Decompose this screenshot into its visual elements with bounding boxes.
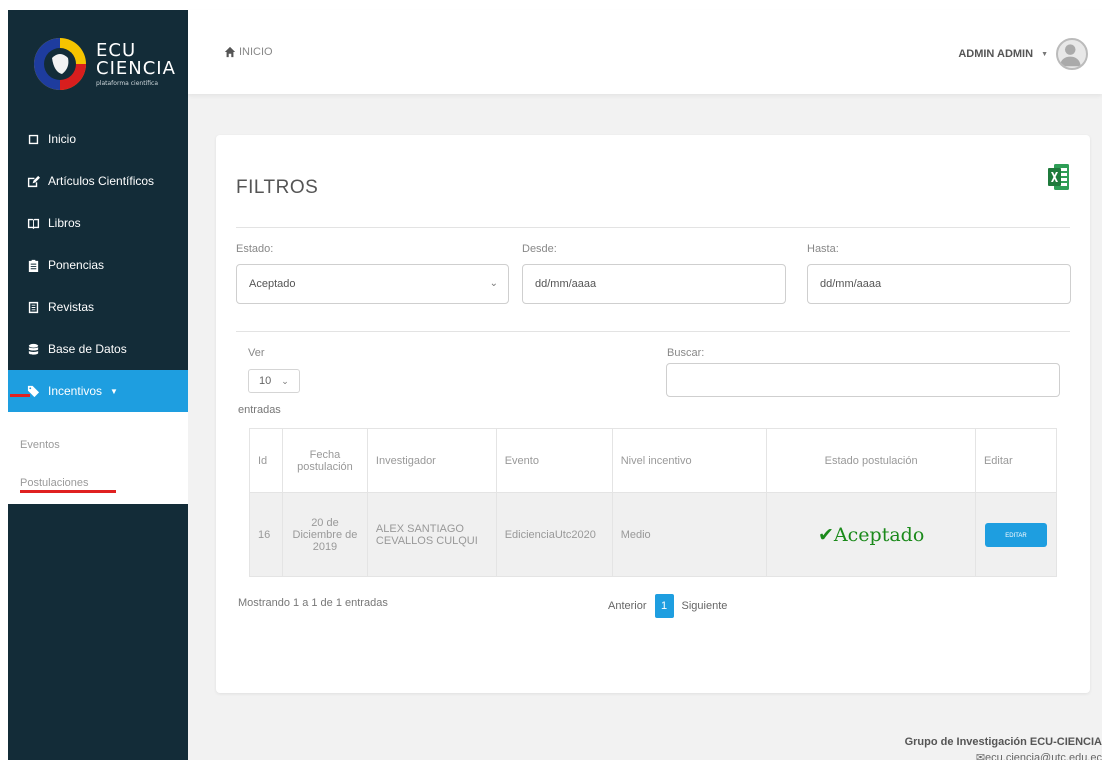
cell-id: 16	[249, 492, 283, 577]
estado-select[interactable]: Aceptado ⌄	[236, 264, 509, 304]
page-size-select[interactable]: 10 ⌄	[248, 369, 300, 393]
pagination-page-1[interactable]: 1	[654, 594, 674, 618]
submenu-item-postulaciones[interactable]: Postulaciones	[8, 464, 188, 502]
sidebar-item-label: Incentivos	[48, 384, 103, 398]
footer-email[interactable]: ✉ecu.ciencia@utc.edu.ec	[905, 750, 1102, 760]
postulaciones-table: Id Fecha postulación Investigador Evento…	[249, 428, 1058, 577]
sidebar-item-articulos[interactable]: Artículos Científicos	[8, 160, 188, 202]
column-header[interactable]: Nivel incentivo	[611, 428, 768, 493]
breadcrumb[interactable]: INICIO	[224, 46, 273, 58]
submenu-item-eventos[interactable]: Eventos	[8, 426, 188, 464]
sidebar-item-label: Artículos Científicos	[48, 174, 155, 188]
incentivos-submenu: Eventos Postulaciones	[8, 412, 188, 504]
card-title: FILTROS	[236, 177, 319, 198]
footer-group: Grupo de Investigación ECU-CIENCIA	[904, 736, 1102, 748]
sidebar-item-ponencias[interactable]: Ponencias	[8, 244, 188, 286]
sidebar: ECU CIENCIA plataforma científica Inicio…	[8, 10, 188, 760]
topbar: INICIO ADMIN ADMIN ▼	[188, 10, 1102, 94]
table-row: 16 20 de Diciembre de 2019 ALEX SANTIAGO…	[249, 492, 1058, 577]
document-icon	[28, 301, 39, 313]
pagination-prev[interactable]: Anterior	[608, 600, 647, 612]
column-header[interactable]: Evento	[495, 428, 613, 493]
breadcrumb-label: INICIO	[239, 46, 273, 58]
cell-nivel: Medio	[611, 492, 768, 577]
book-icon	[27, 218, 40, 229]
cell-evento: EdicienciaUtc2020	[495, 492, 613, 577]
sidebar-item-incentivos[interactable]: Incentivos ▼	[8, 370, 188, 412]
estado-label: Estado:	[236, 243, 274, 255]
app-root: ECU CIENCIA plataforma científica Inicio…	[0, 0, 1102, 760]
estado-value: Aceptado	[249, 278, 296, 290]
divider	[236, 227, 1070, 228]
sidebar-item-label: Revistas	[48, 300, 95, 314]
desde-date-input[interactable]: dd/mm/aaaa	[522, 264, 786, 304]
sidebar-item-label: Inicio	[48, 132, 77, 146]
sidebar-item-base-datos[interactable]: Base de Datos	[8, 328, 188, 370]
entries-label: entradas	[238, 404, 281, 416]
sidebar-item-inicio[interactable]: Inicio	[8, 118, 188, 160]
column-header[interactable]: Editar	[974, 428, 1058, 493]
cell-estado: ✔Aceptado	[766, 492, 976, 577]
filters-card: FILTROS Estado: Aceptado ⌄ Desde: dd/mm/…	[216, 135, 1090, 693]
cell-editar: EDITAR	[974, 492, 1058, 577]
user-menu[interactable]: ADMIN ADMIN ▼	[958, 38, 1088, 70]
hasta-placeholder: dd/mm/aaaa	[820, 278, 882, 290]
column-header[interactable]: Estado postulación	[766, 428, 976, 493]
ver-label: Ver	[248, 347, 265, 359]
pagination: Anterior 1 Siguiente	[608, 594, 727, 618]
active-underline	[20, 490, 116, 493]
column-header[interactable]: Id	[249, 428, 283, 493]
excel-export-icon[interactable]	[1048, 163, 1070, 191]
square-icon	[28, 134, 39, 144]
column-header[interactable]: Fecha postulación	[281, 428, 368, 493]
clipboard-icon	[28, 259, 39, 272]
home-icon	[224, 46, 236, 58]
table-header-row: Id Fecha postulación Investigador Evento…	[249, 428, 1058, 493]
status-badge: ✔Aceptado	[818, 523, 925, 546]
edit-icon	[27, 175, 40, 187]
user-silhouette-icon	[1059, 44, 1081, 67]
active-marker	[10, 394, 30, 397]
caret-down-icon: ▼	[110, 386, 118, 396]
brand-line-1: ECU	[96, 39, 137, 61]
desde-label: Desde:	[522, 243, 557, 255]
page-size-value: 10	[259, 375, 272, 387]
brand-text: ECU CIENCIA plataforma científica	[96, 39, 176, 87]
chevron-down-icon: ⌄	[281, 375, 289, 386]
sidebar-item-label: Libros	[48, 216, 81, 230]
cell-fecha: 20 de Diciembre de 2019	[281, 492, 368, 577]
cell-investigador: ALEX SANTIAGO CEVALLOS CULQUI	[366, 492, 497, 577]
database-icon	[28, 343, 39, 355]
hasta-label: Hasta:	[807, 243, 839, 255]
hasta-date-input[interactable]: dd/mm/aaaa	[807, 264, 1071, 304]
pagination-next[interactable]: Siguiente	[682, 600, 728, 612]
sidebar-item-label: Base de Datos	[48, 342, 127, 356]
ecuador-logo-icon	[34, 38, 86, 90]
avatar	[1056, 38, 1088, 70]
desde-placeholder: dd/mm/aaaa	[535, 278, 597, 290]
caret-down-icon: ▼	[1041, 50, 1048, 58]
sidebar-item-revistas[interactable]: Revistas	[8, 286, 188, 328]
chevron-down-icon: ⌄	[489, 278, 498, 289]
sidebar-item-label: Ponencias	[48, 258, 105, 272]
brand-tagline: plataforma científica	[96, 79, 158, 87]
site-footer: Grupo de Investigación ECU-CIENCIA ✉ecu.…	[905, 734, 1102, 760]
brand-logo[interactable]: ECU CIENCIA plataforma científica	[8, 10, 188, 118]
search-input[interactable]	[666, 363, 1060, 397]
pagination-info: Mostrando 1 a 1 de 1 entradas	[238, 597, 388, 609]
divider	[236, 331, 1070, 332]
column-header[interactable]: Investigador	[366, 428, 497, 493]
search-label: Buscar:	[667, 347, 705, 359]
user-name: ADMIN ADMIN	[958, 48, 1034, 60]
edit-button[interactable]: EDITAR	[984, 522, 1047, 547]
brand-line-2: CIENCIA	[96, 57, 176, 79]
sidebar-item-libros[interactable]: Libros	[8, 202, 188, 244]
